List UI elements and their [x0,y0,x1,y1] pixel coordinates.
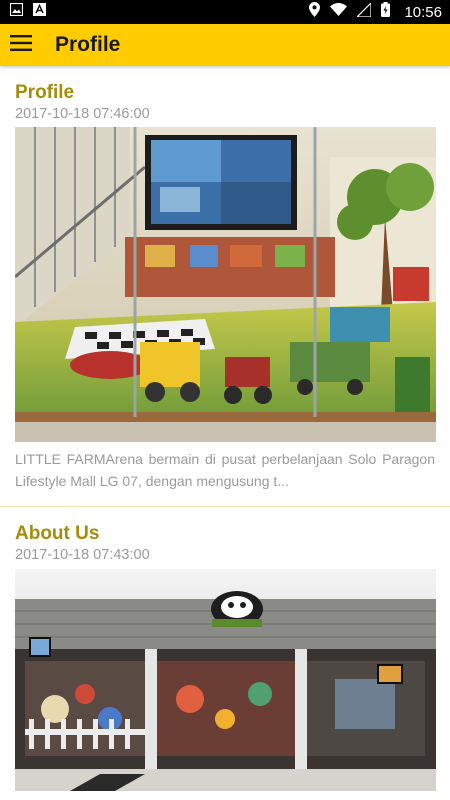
hamburger-menu-icon[interactable] [10,34,32,56]
post-title[interactable]: About Us [15,523,99,545]
status-bar: 10:56 [0,0,450,24]
post-image[interactable] [15,569,436,791]
post-image[interactable] [15,127,436,442]
app-notification-icon [33,3,46,21]
post-card-about-us[interactable]: About Us 2017-10-18 07:43:00 [0,507,450,800]
image-icon [9,2,24,21]
app-bar: Profile [0,24,450,66]
menu-button[interactable] [0,24,46,66]
location-icon [309,2,321,22]
post-date: 2017-10-18 07:46:00 [15,106,150,122]
wifi-icon [330,2,348,21]
post-date: 2017-10-18 07:43:00 [15,547,150,563]
post-title[interactable]: Profile [15,82,74,104]
post-list[interactable]: Profile 2017-10-18 07:46:00 LITTLE FARMA… [0,66,450,800]
battery-icon [381,2,391,22]
signal-icon [356,1,373,22]
status-time: 10:56 [404,3,442,21]
post-card-profile[interactable]: Profile 2017-10-18 07:46:00 LITTLE FARMA… [0,66,450,507]
page-title: Profile [55,33,121,56]
post-excerpt: LITTLE FARMArena bermain di pusat perbel… [15,451,435,489]
